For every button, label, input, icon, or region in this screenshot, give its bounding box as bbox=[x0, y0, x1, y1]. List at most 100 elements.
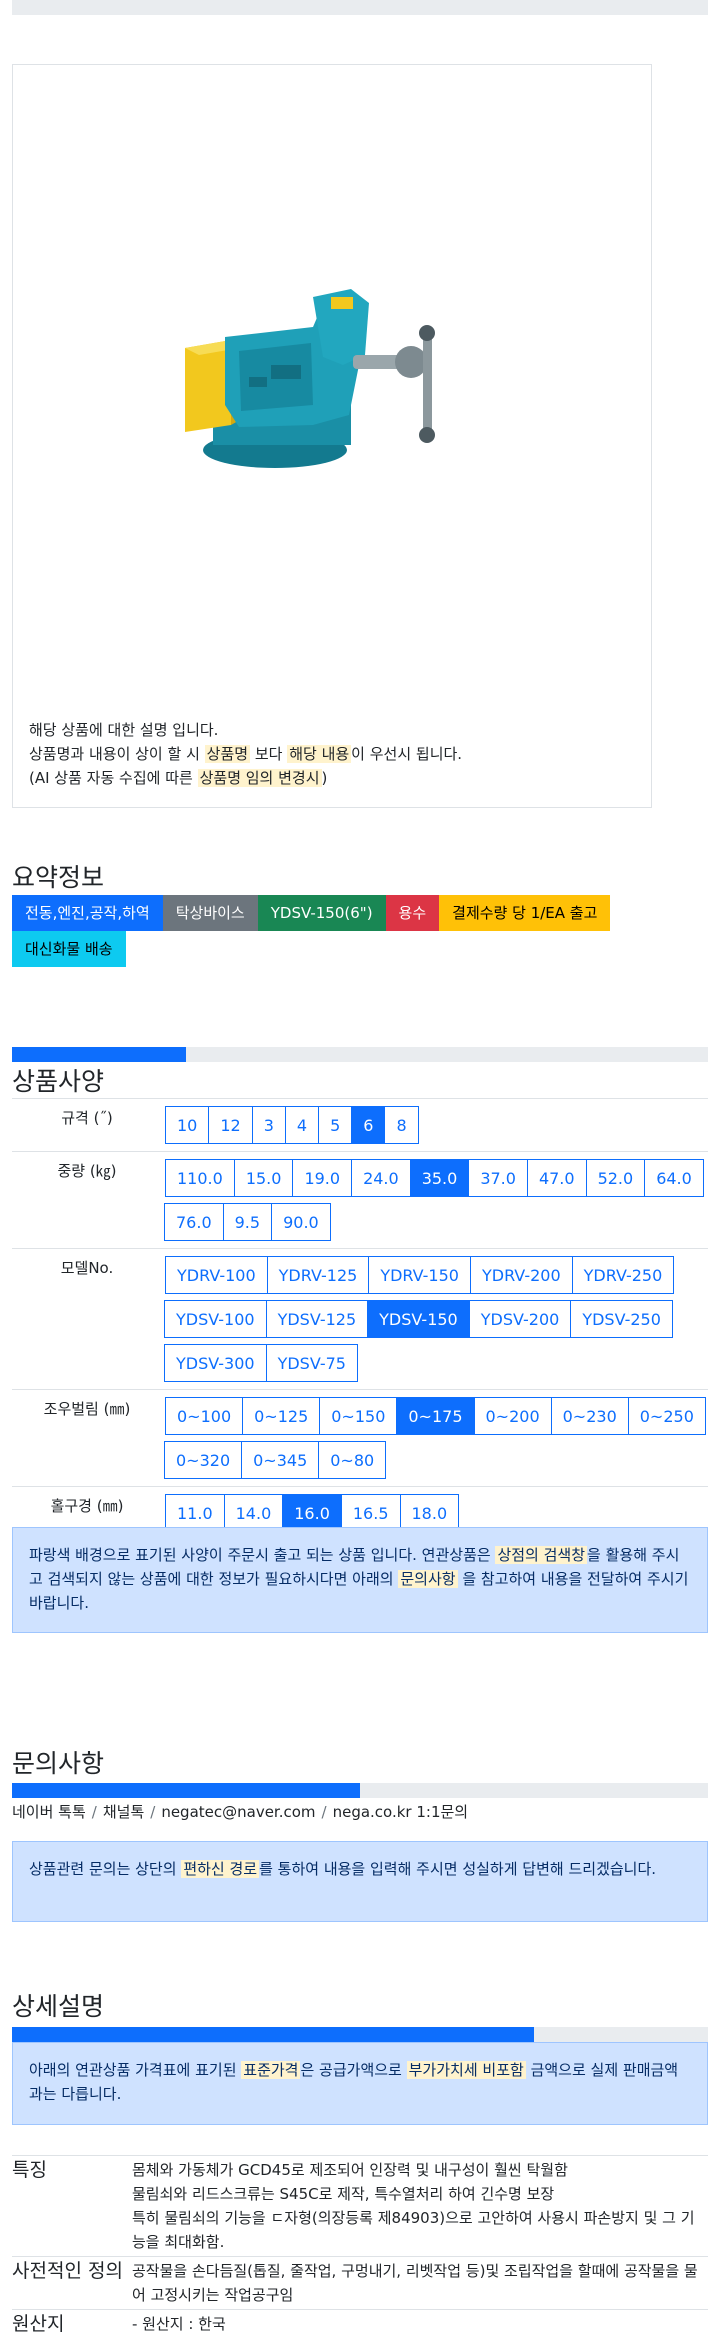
spec-progress-bar bbox=[12, 1047, 708, 1062]
spec-option[interactable]: 0~125 bbox=[242, 1397, 321, 1435]
summary-badges: 전동,엔진,공작,하역 탁상바이스 YDSV-150(6") 용수 결제수량 당 1/E… bbox=[12, 895, 712, 967]
detail-row: 특징 몸체와 가동체가 GCD45로 제조되어 인장력 및 내구성이 훨씬 탁월함… bbox=[12, 2155, 708, 2257]
spec-option[interactable]: 37.0 bbox=[468, 1159, 528, 1197]
summary-badge: YDSV-150(6") bbox=[257, 895, 386, 931]
detail-line: 공작물을 손다듬질(톱질, 줄작업, 구멍내기, 리벳작업 등)및 조립작업을 … bbox=[132, 2262, 698, 2304]
spec-option[interactable]: YDRV-200 bbox=[469, 1256, 573, 1294]
detail-row: 사전적인 정의 공작물을 손다듬질(톱질, 줄작업, 구멍내기, 리벳작업 등)및… bbox=[12, 2256, 708, 2310]
spec-option[interactable]: 0~100 bbox=[165, 1397, 244, 1435]
spec-options: 10 12 3 4 5 6 8 bbox=[162, 1098, 708, 1152]
spec-option[interactable]: 10 bbox=[165, 1106, 210, 1144]
spec-option[interactable]: 4 bbox=[284, 1106, 320, 1144]
detail-table: 특징 몸체와 가동체가 GCD45로 제조되어 인장력 및 내구성이 훨씬 탁월함… bbox=[12, 2155, 708, 2338]
spec-option-selected[interactable]: 6 bbox=[351, 1106, 386, 1144]
summary-badge: 대신화물 배송 bbox=[12, 931, 126, 967]
summary-badge: 용수 bbox=[385, 895, 440, 931]
alert-text: 아래의 연관상품 가격표에 표기된 bbox=[29, 2061, 242, 2079]
detail-progress-fill bbox=[12, 2027, 534, 2042]
spec-option[interactable]: 0~150 bbox=[319, 1397, 398, 1435]
spec-option[interactable]: 5 bbox=[318, 1106, 353, 1144]
spec-info-alert: 파랑색 배경으로 표기된 사양이 주문시 출고 되는 상품 입니다. 연관상품은… bbox=[12, 1527, 708, 1633]
spec-option[interactable]: 24.0 bbox=[351, 1159, 411, 1197]
spec-option[interactable]: 0~250 bbox=[627, 1397, 706, 1435]
spec-option[interactable]: 0~345 bbox=[241, 1441, 320, 1479]
spec-option[interactable]: 76.0 bbox=[164, 1203, 224, 1241]
spec-option[interactable]: YDRV-100 bbox=[165, 1256, 268, 1294]
detail-line: - 원산지 : 한국 bbox=[132, 2315, 226, 2333]
spec-option[interactable]: 0~230 bbox=[550, 1397, 629, 1435]
detail-value: 몸체와 가동체가 GCD45로 제조되어 인장력 및 내구성이 훨씬 탁월함물림… bbox=[132, 2155, 708, 2257]
summary-badge: 결제수량 당 1/EA 출고 bbox=[439, 895, 611, 931]
detail-row: 원산지 - 원산지 : 한국 bbox=[12, 2309, 708, 2338]
spec-option[interactable]: 52.0 bbox=[585, 1159, 646, 1197]
spec-option[interactable]: 47.0 bbox=[526, 1159, 587, 1197]
spec-option[interactable]: YDSV-250 bbox=[570, 1300, 673, 1338]
highlight-content: 해당 내용 bbox=[287, 745, 352, 763]
highlight-product-name: 상품명 bbox=[204, 745, 251, 763]
spec-option[interactable]: 12 bbox=[208, 1106, 253, 1144]
summary-badge: 탁상바이스 bbox=[162, 895, 258, 931]
spec-option[interactable]: 0~80 bbox=[318, 1441, 387, 1479]
image-description-note: 해당 상품에 대한 설명 입니다. 상품명과 내용이 상이 할 시 상품명 보다… bbox=[29, 718, 629, 790]
summary-badge: 전동,엔진,공작,하역 bbox=[12, 895, 163, 931]
contact-link[interactable]: nega.co.kr 1:1문의 bbox=[333, 1803, 469, 1821]
note-text: 보다 bbox=[250, 745, 288, 763]
link-separator: / bbox=[91, 1803, 97, 1821]
inquiry-progress-fill bbox=[12, 1783, 360, 1798]
alert-text: 파랑색 배경으로 표기된 사양이 주문시 출고 되는 상품 입니다. 연관상품은 bbox=[29, 1546, 496, 1564]
highlight-search-box: 상점의 검색창 bbox=[495, 1546, 588, 1564]
spec-option[interactable]: YDRV-150 bbox=[368, 1256, 471, 1294]
spec-option[interactable]: YDSV-300 bbox=[164, 1344, 267, 1382]
spec-option[interactable]: 64.0 bbox=[644, 1159, 704, 1197]
detail-progress-bar bbox=[12, 2027, 708, 2042]
spec-option-selected[interactable]: YDSV-150 bbox=[367, 1300, 470, 1338]
spec-title: 상품사양 bbox=[12, 1067, 105, 1096]
contact-link[interactable]: 채널톡 bbox=[103, 1803, 144, 1821]
spec-label: 규격 (˝) bbox=[12, 1098, 162, 1152]
spec-option[interactable]: YDSV-100 bbox=[164, 1300, 267, 1338]
spec-option[interactable]: YDSV-125 bbox=[265, 1300, 369, 1338]
spec-options: 110.0 15.0 19.0 24.0 35.0 37.0 47.0 52.0 64.0 76.… bbox=[162, 1151, 708, 1249]
spec-option[interactable]: YDRV-250 bbox=[571, 1256, 675, 1294]
detail-title: 상세설명 bbox=[12, 1992, 105, 2021]
alert-text: 상품관련 문의는 상단의 bbox=[29, 1860, 182, 1878]
note-text: 이 우선시 됩니다. bbox=[351, 745, 463, 763]
highlight-vat-excluded: 부가가치세 비포함 bbox=[406, 2061, 526, 2079]
spec-option[interactable]: YDSV-200 bbox=[468, 1300, 572, 1338]
link-separator: / bbox=[150, 1803, 156, 1821]
contact-link[interactable]: 네이버 톡톡 bbox=[12, 1803, 86, 1821]
spec-option[interactable]: YDRV-125 bbox=[266, 1256, 370, 1294]
spec-option[interactable]: 8 bbox=[384, 1106, 419, 1144]
detail-line: 특히 물림쇠의 기능을 ㄷ자형(의장등록 제84903)으로 고안하여 사용시 … bbox=[132, 2209, 695, 2251]
spec-label: 중량 (㎏) bbox=[12, 1151, 162, 1249]
link-separator: / bbox=[321, 1803, 327, 1821]
highlight-standard-price: 표준가격 bbox=[241, 2061, 301, 2079]
alert-text: 를 통하여 내용을 입력해 주시면 성실하게 답변해 드리겠습니다. bbox=[259, 1860, 657, 1878]
spec-option[interactable]: YDSV-75 bbox=[265, 1344, 358, 1382]
spec-option[interactable]: 0~320 bbox=[164, 1441, 243, 1479]
contact-link[interactable]: negatec@naver.com bbox=[161, 1803, 315, 1821]
spec-option[interactable]: 3 bbox=[251, 1106, 286, 1144]
spec-option-selected[interactable]: 35.0 bbox=[409, 1159, 470, 1197]
detail-label: 사전적인 정의 bbox=[12, 2256, 132, 2310]
spec-option[interactable]: 15.0 bbox=[233, 1159, 294, 1197]
spec-option[interactable]: 0~200 bbox=[473, 1397, 552, 1435]
spec-label: 조우벌림 (㎜) bbox=[12, 1389, 162, 1487]
spec-option[interactable]: 110.0 bbox=[165, 1159, 235, 1197]
spec-progress-fill bbox=[12, 1047, 186, 1062]
detail-value: 공작물을 손다듬질(톱질, 줄작업, 구멍내기, 리벳작업 등)및 조립작업을 … bbox=[132, 2256, 708, 2310]
detail-line: 물림쇠와 리드스크류는 S45C로 제작, 특수열처리 하여 긴수명 보장 bbox=[132, 2185, 555, 2203]
note-line-2: 상품명과 내용이 상이 할 시 상품명 보다 해당 내용 이 우선시 됩니다. bbox=[29, 742, 629, 766]
spec-label: 모델No. bbox=[12, 1248, 162, 1390]
note-line-3: (AI 상품 자동 수집에 따른 상품명 임의 변경시) bbox=[29, 766, 629, 790]
detail-line: 몸체와 가동체가 GCD45로 제조되어 인장력 및 내구성이 훨씬 탁월함 bbox=[132, 2161, 568, 2179]
spec-option[interactable]: 90.0 bbox=[271, 1203, 331, 1241]
detail-info-alert: 아래의 연관상품 가격표에 표기된 표준가격 은 공급가액으로 부가가치세 비포함… bbox=[12, 2042, 708, 2125]
detail-label: 특징 bbox=[12, 2155, 132, 2257]
spec-row: 조우벌림 (㎜) 0~100 0~125 0~150 0~175 0~200 0~230 0~… bbox=[12, 1389, 708, 1487]
spec-option[interactable]: 9.5 bbox=[222, 1203, 273, 1241]
spec-option[interactable]: 19.0 bbox=[292, 1159, 353, 1197]
spec-options: 0~100 0~125 0~150 0~175 0~200 0~230 0~250 0~320… bbox=[162, 1389, 708, 1487]
spec-option-selected[interactable]: 0~175 bbox=[396, 1397, 475, 1435]
highlight-name-change: 상품명 임의 변경시 bbox=[197, 769, 322, 787]
